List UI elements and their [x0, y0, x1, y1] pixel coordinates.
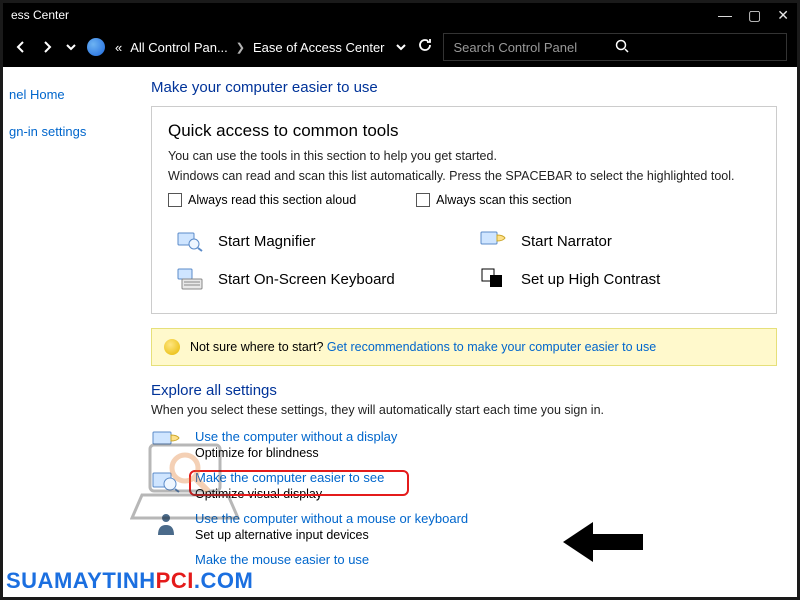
- tool-label: Start Magnifier: [218, 233, 316, 250]
- narrator-icon: [479, 229, 507, 253]
- quick-access-title: Quick access to common tools: [168, 121, 760, 141]
- hint-prefix: Not sure where to start?: [190, 340, 327, 354]
- checkbox-icon: [416, 193, 430, 207]
- chevron-right-icon: ❯: [236, 41, 245, 54]
- breadcrumb-prefix: «: [115, 40, 122, 55]
- down-chevron-icon[interactable]: [65, 41, 77, 53]
- setting-row-mouse-easier: Make the mouse easier to use: [151, 552, 777, 567]
- breadcrumb-part-1[interactable]: All Control Pan...: [130, 40, 228, 55]
- search-placeholder: Search Control Panel: [454, 40, 615, 55]
- page-heading: Make your computer easier to use: [151, 79, 777, 96]
- contrast-icon: [479, 267, 507, 291]
- quick-access-line1: You can use the tools in this section to…: [168, 149, 760, 163]
- tool-label: Set up High Contrast: [521, 271, 660, 288]
- sidebar-link-signin[interactable]: gn-in settings: [9, 124, 133, 139]
- explore-heading: Explore all settings: [151, 382, 777, 399]
- address-bar: « All Control Pan... ❯ Ease of Access Ce…: [3, 27, 797, 67]
- tool-high-contrast[interactable]: Set up High Contrast: [479, 267, 752, 291]
- sidebar-link-home[interactable]: nel Home: [9, 87, 133, 102]
- refresh-button[interactable]: [417, 37, 433, 58]
- hint-link[interactable]: Get recommendations to make your compute…: [327, 340, 656, 354]
- maximize-button[interactable]: ▢: [748, 7, 761, 24]
- window-titlebar: ess Center — ▢ ✕: [3, 3, 797, 27]
- tool-label: Start Narrator: [521, 233, 612, 250]
- control-panel-icon: [87, 38, 105, 56]
- quick-access-line2: Windows can read and scan this list auto…: [168, 169, 760, 183]
- setting-link[interactable]: Make the mouse easier to use: [195, 552, 369, 567]
- tool-label: Start On-Screen Keyboard: [218, 271, 395, 288]
- tool-start-magnifier[interactable]: Start Magnifier: [176, 229, 449, 253]
- search-icon: [615, 39, 776, 56]
- arrow-annotation: [563, 517, 643, 572]
- checkbox-label: Always scan this section: [436, 193, 571, 207]
- watermark-text: SUAMAYTINHPCI.COM: [6, 568, 253, 594]
- explore-sub: When you select these settings, they wil…: [151, 403, 777, 417]
- back-button[interactable]: [13, 39, 29, 55]
- checkbox-icon: [168, 193, 182, 207]
- breadcrumb[interactable]: « All Control Pan... ❯ Ease of Access Ce…: [115, 40, 385, 55]
- checkbox-label: Always read this section aloud: [188, 193, 356, 207]
- minimize-button[interactable]: —: [718, 7, 732, 24]
- lightbulb-icon: [164, 339, 180, 355]
- sidebar: nel Home gn-in settings: [3, 67, 133, 597]
- close-button[interactable]: ✕: [777, 7, 789, 24]
- forward-button[interactable]: [39, 39, 55, 55]
- tool-start-osk[interactable]: Start On-Screen Keyboard: [176, 267, 449, 291]
- checkbox-read-aloud[interactable]: Always read this section aloud: [168, 193, 356, 207]
- laptop-watermark-icon: [130, 440, 250, 535]
- tool-start-narrator[interactable]: Start Narrator: [479, 229, 752, 253]
- search-input[interactable]: Search Control Panel: [443, 33, 787, 61]
- checkbox-scan-section[interactable]: Always scan this section: [416, 193, 571, 207]
- hint-bar: Not sure where to start? Get recommendat…: [151, 328, 777, 366]
- window-title: ess Center: [11, 8, 69, 22]
- breadcrumb-part-2[interactable]: Ease of Access Center: [253, 40, 385, 55]
- quick-access-box: Quick access to common tools You can use…: [151, 106, 777, 314]
- breadcrumb-dropdown[interactable]: [395, 41, 407, 53]
- magnifier-icon: [176, 229, 204, 253]
- keyboard-icon: [176, 267, 204, 291]
